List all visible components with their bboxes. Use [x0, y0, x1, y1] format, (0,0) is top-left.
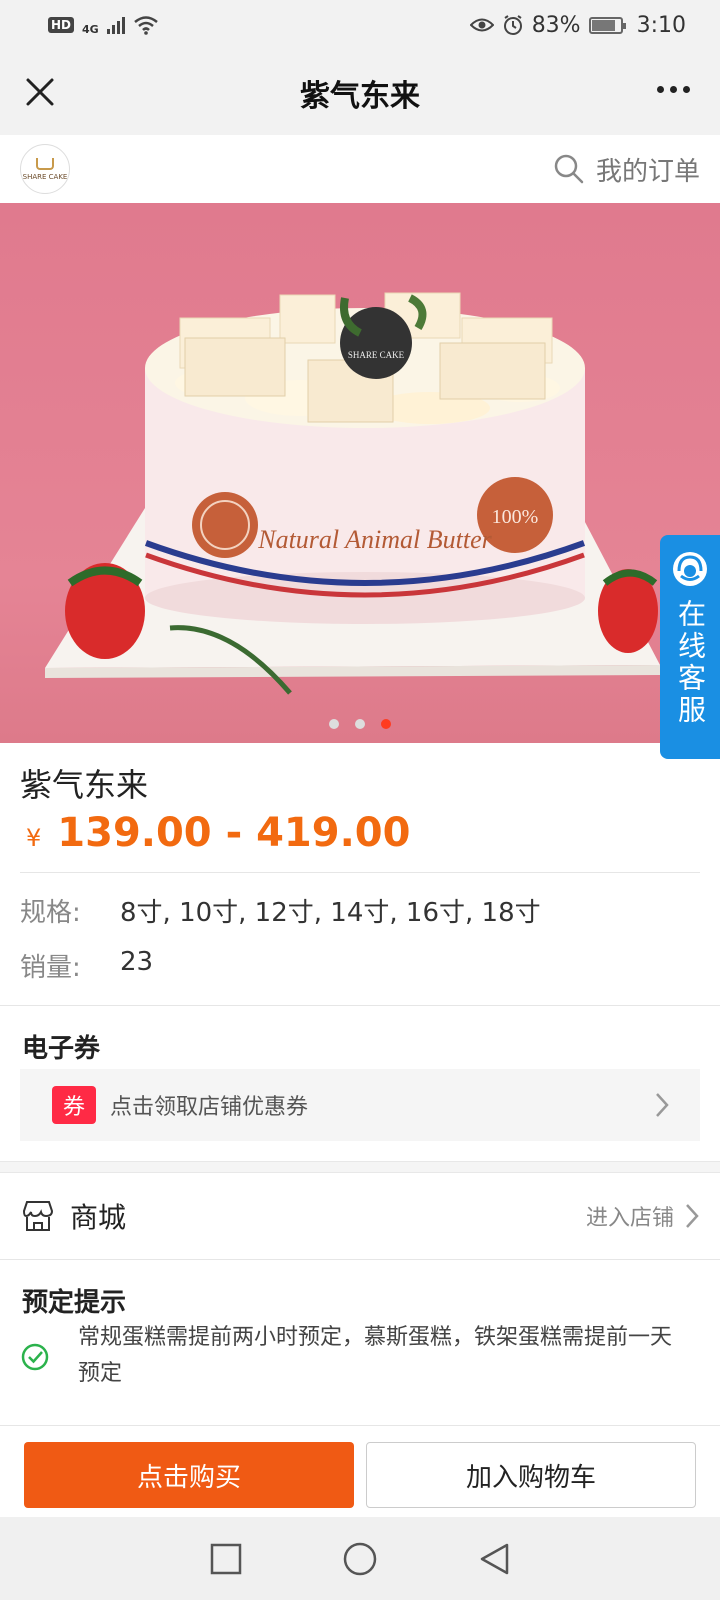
system-nav-bar	[0, 1517, 720, 1600]
close-icon[interactable]	[20, 72, 60, 112]
nav-bar: 紫气东来	[0, 50, 720, 135]
coupon-text: 点击领取店铺优惠券	[110, 1095, 309, 1120]
sales-value: 23	[120, 947, 154, 977]
eye-icon	[469, 18, 494, 32]
page-title: 紫气东来	[300, 78, 420, 114]
plaque-text: SHARE CAKE	[348, 350, 405, 360]
price-range: 139.00 - 419.00	[57, 810, 411, 856]
spec-row: 规格: 8寸, 10寸, 12寸, 14寸, 16寸, 18寸	[20, 892, 541, 929]
shop-logo[interactable]: SHARE CAKE	[20, 144, 70, 194]
network-type: 4G	[82, 22, 99, 36]
crown-icon	[36, 157, 54, 170]
shop-actions: 我的订单	[552, 151, 700, 188]
coupon-bar[interactable]: 券 点击领取店铺优惠券	[20, 1069, 700, 1141]
more-icon[interactable]	[657, 86, 690, 93]
check-circle-icon	[21, 1343, 49, 1371]
coupon-tag: 券	[52, 1086, 96, 1124]
divider	[0, 1005, 720, 1006]
section-gap	[0, 1161, 720, 1173]
carousel-dot[interactable]	[329, 719, 339, 729]
band-text: Natural Animal Butter	[257, 525, 492, 554]
hd-badge: HD	[48, 17, 75, 33]
shop-logo-text: SHARE CAKE	[22, 172, 68, 181]
notice-text: 常规蛋糕需提前两小时预定，慕斯蛋糕，铁架蛋糕需提前一天预定	[78, 1325, 673, 1386]
price-currency: ¥	[26, 824, 42, 852]
back-icon[interactable]	[478, 1542, 510, 1576]
home-icon[interactable]	[342, 1541, 378, 1577]
divider	[20, 872, 700, 873]
seal-text: 100%	[492, 506, 539, 528]
sales-label: 销量:	[20, 953, 81, 983]
notice-row: 常规蛋糕需提前两小时预定，慕斯蛋糕，铁架蛋糕需提前一天预定	[20, 1320, 700, 1392]
online-service-tab[interactable]: 在线客服	[660, 535, 720, 759]
mall-label: 商城	[70, 1201, 127, 1234]
chevron-right-icon	[656, 1093, 669, 1117]
carousel-dot[interactable]	[355, 719, 365, 729]
sales-row: 销量: 23	[20, 947, 153, 984]
carousel-dots[interactable]	[0, 719, 720, 729]
product-image-carousel[interactable]: SHARE CAKE 100% Natural Animal Butter	[0, 203, 720, 743]
divider	[0, 1259, 720, 1260]
enter-store-link[interactable]: 进入店铺	[586, 1200, 674, 1232]
price-row: ¥ 139.00 - 419.00	[20, 810, 410, 856]
recent-apps-icon[interactable]	[210, 1543, 242, 1575]
battery-percent: 83%	[531, 12, 581, 38]
wifi-icon	[133, 16, 158, 35]
mall-row[interactable]: 商城 进入店铺	[0, 1173, 720, 1259]
carousel-dot[interactable]	[381, 719, 391, 729]
spec-label: 规格:	[20, 898, 81, 928]
battery-fill	[591, 19, 615, 31]
add-to-cart-button[interactable]: 加入购物车	[366, 1442, 696, 1508]
shop-header: SHARE CAKE 我的订单	[0, 135, 720, 203]
action-bar: 点击购买 加入购物车	[0, 1425, 720, 1517]
product-title: 紫气东来	[20, 766, 149, 804]
notice-title: 预定提示	[22, 1288, 127, 1318]
search-icon[interactable]	[552, 152, 586, 186]
alarm-icon	[503, 15, 522, 35]
my-orders-link[interactable]: 我的订单	[596, 151, 700, 188]
spec-value: 8寸, 10寸, 12寸, 14寸, 16寸, 18寸	[120, 898, 541, 928]
online-service-label: 在线客服	[674, 599, 707, 727]
cake-illustration: SHARE CAKE 100% Natural Animal Butter	[45, 292, 660, 695]
status-left: HD 4G	[48, 15, 159, 36]
coupon-section-title: 电子券	[22, 1034, 101, 1064]
buy-now-button[interactable]: 点击购买	[24, 1442, 354, 1508]
status-bar: HD 4G 83% 3:10	[0, 0, 720, 50]
signal-icon	[106, 16, 125, 34]
status-right: 83% 3:10	[469, 12, 686, 38]
headset-icon	[673, 552, 707, 586]
battery-icon	[588, 16, 626, 34]
chevron-right-icon	[686, 1204, 699, 1228]
store-icon	[22, 1201, 54, 1231]
clock: 3:10	[636, 12, 686, 38]
